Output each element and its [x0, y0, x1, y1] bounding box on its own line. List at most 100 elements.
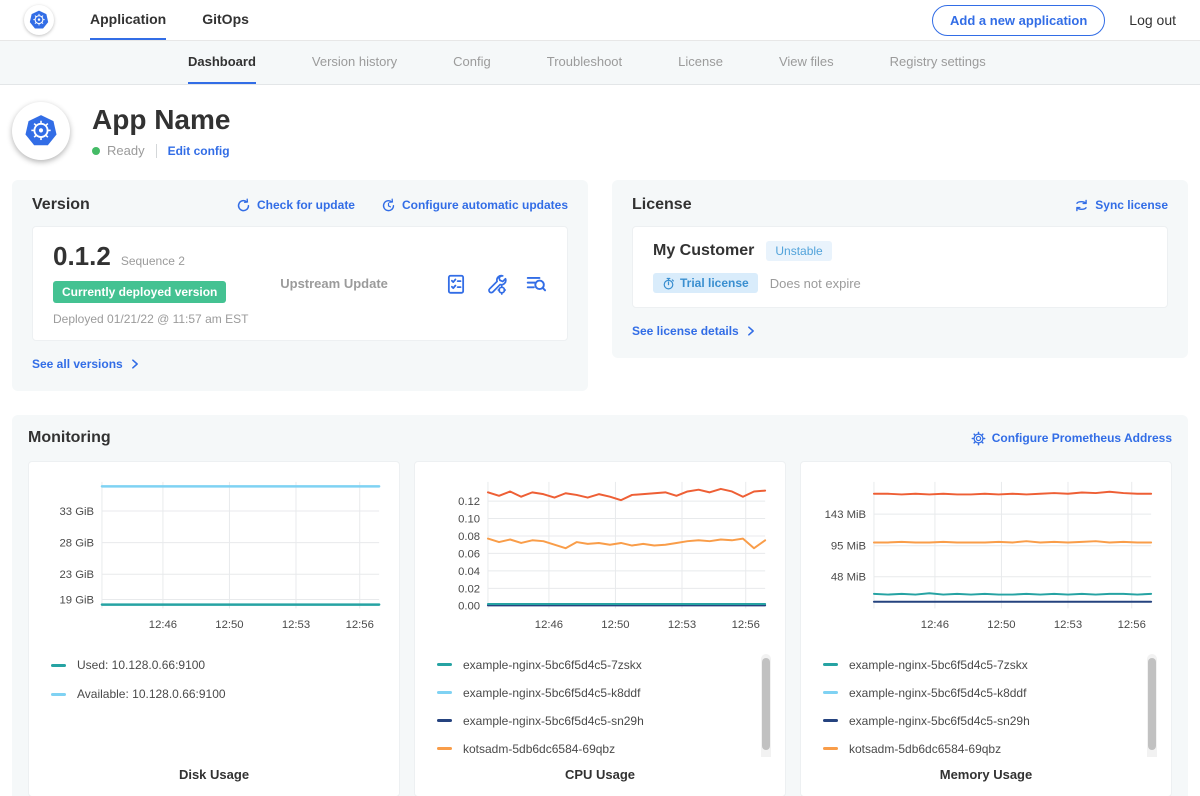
configure-prometheus-label: Configure Prometheus Address	[992, 431, 1172, 445]
legend-scrollbar-thumb[interactable]	[762, 658, 770, 750]
tab-application[interactable]: Application	[90, 0, 166, 40]
legend-color-dash	[823, 663, 838, 666]
chart-title: Memory Usage	[813, 757, 1159, 782]
svg-text:12:46: 12:46	[149, 619, 177, 631]
customer-name: My Customer	[653, 242, 754, 260]
sync-license-link[interactable]: Sync license	[1074, 198, 1168, 213]
legend-label: Used: 10.128.0.66:9100	[77, 658, 205, 672]
tab-version-history-label: Version history	[312, 54, 397, 69]
svg-text:12:53: 12:53	[282, 619, 310, 631]
legend-label: example-nginx-5bc6f5d4c5-7zskx	[849, 658, 1028, 672]
tab-troubleshoot[interactable]: Troubleshoot	[547, 41, 622, 84]
disk-usage-legend: Used: 10.128.0.66:9100 Available: 10.128.…	[41, 652, 387, 757]
check-for-update-label: Check for update	[257, 198, 355, 212]
tab-version-history[interactable]: Version history	[312, 41, 397, 84]
divider	[156, 144, 157, 158]
configure-automatic-updates-label: Configure automatic updates	[402, 198, 568, 212]
chart-title: Disk Usage	[41, 757, 387, 782]
tab-registry-settings[interactable]: Registry settings	[890, 41, 986, 84]
app-sub-nav: Dashboard Version history Config Trouble…	[0, 41, 1200, 85]
cpu-usage-chart: 0.120.100.080.060.040.020.0012:4612:5012…	[427, 472, 773, 642]
svg-text:23 GiB: 23 GiB	[60, 569, 95, 581]
logout-button[interactable]: Log out	[1129, 12, 1176, 28]
legend-scrollbar-track[interactable]	[1147, 654, 1157, 757]
current-version-row: 0.1.2 Sequence 2 Currently deployed vers…	[32, 226, 568, 341]
legend-scrollbar-thumb[interactable]	[1148, 658, 1156, 750]
legend-label: example-nginx-5bc6f5d4c5-sn29h	[463, 714, 644, 728]
svg-text:12:50: 12:50	[601, 619, 629, 631]
tab-registry-settings-label: Registry settings	[890, 54, 986, 69]
legend-label: example-nginx-5bc6f5d4c5-k8ddf	[849, 686, 1026, 700]
legend-scrollbar-track[interactable]	[761, 654, 771, 757]
edit-config-icon[interactable]	[485, 273, 507, 295]
monitoring-section: Monitoring Configure Prometheus Address …	[12, 415, 1188, 796]
legend-color-dash	[51, 693, 66, 696]
legend-item: example-nginx-5bc6f5d4c5-7zskx	[823, 656, 1133, 673]
status-dot	[92, 147, 100, 155]
add-application-button[interactable]: Add a new application	[932, 5, 1105, 36]
configure-automatic-updates-link[interactable]: Configure automatic updates	[381, 198, 568, 213]
see-license-details-label: See license details	[632, 324, 739, 338]
legend-color-dash	[437, 663, 452, 666]
legend-item: example-nginx-5bc6f5d4c5-k8ddf	[437, 684, 747, 701]
legend-item: example-nginx-5bc6f5d4c5-k8ddf	[823, 684, 1133, 701]
top-nav: Application GitOps Add a new application…	[0, 0, 1200, 41]
legend-label: example-nginx-5bc6f5d4c5-sn29h	[849, 714, 1030, 728]
trial-license-badge: Trial license	[653, 273, 758, 293]
legend-label: Available: 10.128.0.66:9100	[77, 687, 226, 701]
deployed-badge: Currently deployed version	[53, 281, 226, 303]
svg-text:0.10: 0.10	[458, 513, 480, 525]
disk-usage-chart-card: 33 GiB28 GiB23 GiB19 GiB12:4612:5012:531…	[28, 461, 400, 796]
configure-prometheus-link[interactable]: Configure Prometheus Address	[971, 431, 1172, 446]
cpu-usage-legend: example-nginx-5bc6f5d4c5-7zskx example-ng…	[427, 652, 773, 757]
svg-text:19 GiB: 19 GiB	[60, 594, 95, 606]
tab-config-label: Config	[453, 54, 491, 69]
svg-text:28 GiB: 28 GiB	[60, 538, 95, 550]
legend-color-dash	[437, 719, 452, 722]
gear-icon	[971, 431, 986, 446]
svg-text:95 MiB: 95 MiB	[831, 541, 866, 553]
legend-item: Used: 10.128.0.66:9100	[51, 656, 361, 674]
monitoring-title: Monitoring	[28, 429, 111, 447]
svg-text:0.08: 0.08	[458, 531, 480, 543]
svg-text:12:50: 12:50	[987, 619, 1015, 631]
svg-text:12:46: 12:46	[921, 619, 949, 631]
edit-config-link[interactable]: Edit config	[168, 144, 230, 158]
tab-license[interactable]: License	[678, 41, 723, 84]
see-license-details-link[interactable]: See license details	[632, 324, 757, 338]
refresh-icon	[236, 198, 251, 213]
status-badge: Ready	[107, 143, 145, 158]
cards-row: Version Check for update Configure autom…	[12, 180, 1188, 391]
preflight-checks-icon[interactable]	[445, 273, 467, 295]
version-source: Upstream Update	[280, 276, 445, 291]
top-nav-spacer	[249, 0, 932, 40]
tab-dashboard[interactable]: Dashboard	[188, 41, 256, 84]
tab-gitops[interactable]: GitOps	[202, 0, 249, 40]
view-logs-icon[interactable]	[525, 273, 547, 295]
tab-dashboard-label: Dashboard	[188, 54, 256, 69]
sync-icon	[1074, 198, 1089, 213]
legend-item: example-nginx-5bc6f5d4c5-7zskx	[437, 656, 747, 673]
disk-usage-chart: 33 GiB28 GiB23 GiB19 GiB12:4612:5012:531…	[41, 472, 387, 642]
tab-view-files[interactable]: View files	[779, 41, 834, 84]
svg-text:0.12: 0.12	[458, 496, 480, 508]
chevron-right-icon	[745, 325, 757, 337]
sync-license-label: Sync license	[1095, 198, 1168, 212]
license-expiry: Does not expire	[770, 276, 861, 291]
legend-color-dash	[51, 664, 66, 667]
version-sequence: Sequence 2	[121, 254, 185, 268]
svg-text:0.00: 0.00	[458, 601, 480, 613]
legend-color-dash	[437, 747, 452, 750]
svg-text:48 MiB: 48 MiB	[831, 572, 866, 584]
svg-text:12:53: 12:53	[668, 619, 696, 631]
stopwatch-icon	[662, 277, 675, 290]
svg-text:0.02: 0.02	[458, 583, 480, 595]
see-all-versions-link[interactable]: See all versions	[32, 357, 141, 371]
legend-color-dash	[437, 691, 452, 694]
memory-usage-legend: example-nginx-5bc6f5d4c5-7zskx example-ng…	[813, 652, 1159, 757]
svg-text:0.06: 0.06	[458, 548, 480, 560]
check-for-update-link[interactable]: Check for update	[236, 198, 355, 213]
kots-admin-console: Application GitOps Add a new application…	[0, 0, 1200, 796]
tab-config[interactable]: Config	[453, 41, 491, 84]
svg-text:12:46: 12:46	[535, 619, 563, 631]
